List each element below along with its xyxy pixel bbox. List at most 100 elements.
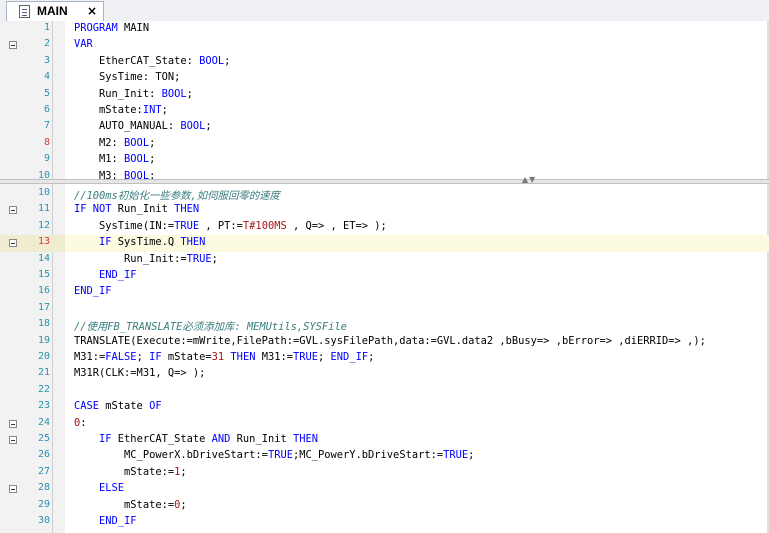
- code-line[interactable]: 1 PROGRAM MAIN: [0, 21, 769, 37]
- code-text[interactable]: PROGRAM MAIN: [74, 22, 149, 34]
- code-text[interactable]: IF SysTime.Q THEN: [74, 236, 205, 248]
- code-line[interactable]: 13 IF SysTime.Q THEN: [0, 235, 769, 252]
- code-line[interactable]: 7 AUTO_MANUAL: BOOL;: [0, 119, 769, 135]
- code-token: IF: [74, 236, 118, 249]
- implementation-editor[interactable]: 10 //100ms初始化一些参数,如伺服回零的速度 11 IF NOT Run_In…: [0, 184, 769, 533]
- line-number: 14: [37, 252, 50, 264]
- collapse-icon[interactable]: [9, 436, 17, 444]
- code-line[interactable]: 3 EtherCAT_State: BOOL;: [0, 54, 769, 70]
- collapse-icon[interactable]: [9, 419, 17, 428]
- code-line[interactable]: 5 Run_Init: BOOL;: [0, 87, 769, 103]
- line-number: 27: [37, 465, 50, 477]
- code-token: T#100MS: [242, 219, 287, 232]
- code-text[interactable]: SysTime: TON;: [74, 71, 180, 83]
- code-text[interactable]: M3: BOOL;: [74, 170, 155, 179]
- code-token: TRUE: [186, 252, 212, 265]
- code-line[interactable]: 10 //100ms初始化一些参数,如伺服回零的速度: [0, 186, 769, 202]
- line-number: 17: [37, 301, 50, 313]
- code-token: ;: [224, 54, 231, 67]
- code-token: ;: [149, 136, 156, 149]
- collapse-icon[interactable]: [9, 485, 17, 494]
- code-token: IF: [149, 351, 168, 363]
- line-number: 28: [37, 482, 50, 494]
- code-token: mState:=: [74, 498, 175, 511]
- line-number: 13: [37, 236, 50, 248]
- code-line[interactable]: 8 M2: BOOL;: [0, 136, 769, 152]
- code-text[interactable]: //使用FB_TRANSLATE必须添加库: MEMUtils,SYSFile: [74, 318, 347, 333]
- collapse-icon[interactable]: [9, 206, 17, 215]
- code-line[interactable]: 14 Run_Init:=TRUE;: [0, 252, 769, 268]
- code-token: BOOL: [161, 87, 187, 100]
- code-text[interactable]: VAR: [74, 38, 93, 50]
- code-text[interactable]: M31:=FALSE; IF mState=31 THEN M31:=TRUE;…: [74, 351, 374, 363]
- code-token: EtherCAT_State:: [74, 54, 200, 67]
- code-token: OF: [149, 400, 162, 413]
- code-line[interactable]: 12 SysTime(IN:=TRUE , PT:=T#100MS , Q=> …: [0, 219, 769, 235]
- code-line[interactable]: 22: [0, 383, 769, 399]
- code-text[interactable]: //100ms初始化一些参数,如伺服回零的速度: [74, 187, 280, 202]
- code-text[interactable]: ELSE: [74, 482, 124, 494]
- code-line[interactable]: 4 SysTime: TON;: [0, 70, 769, 86]
- code-line[interactable]: 30 END_IF: [0, 514, 769, 530]
- code-token: IF: [74, 433, 118, 445]
- code-text[interactable]: M31R(CLK:=M31, Q=> );: [74, 367, 205, 379]
- code-text[interactable]: Run_Init: BOOL;: [74, 88, 193, 100]
- code-token: THEN: [174, 203, 200, 216]
- code-token: , PT:=: [199, 219, 243, 232]
- code-line[interactable]: 23 CASE mState OF: [0, 399, 769, 415]
- code-line[interactable]: 27 mState:=1;: [0, 465, 769, 481]
- code-line[interactable]: 18 //使用FB_TRANSLATE必须添加库: MEMUtils,SYSFil…: [0, 317, 769, 333]
- code-token: END_IF: [330, 351, 369, 363]
- code-token: EtherCAT_State: [117, 433, 212, 445]
- code-text[interactable]: mState:INT;: [74, 104, 168, 116]
- code-token: MC_PowerX.bDriveStart:=: [74, 449, 268, 462]
- code-token: TRUE: [267, 449, 293, 462]
- code-text[interactable]: mState:=0;: [74, 499, 187, 511]
- code-token: SysTime: TON;: [74, 71, 181, 84]
- code-line[interactable]: 11 IF NOT Run_Init THEN: [0, 202, 769, 218]
- code-text[interactable]: AUTO_MANUAL: BOOL;: [74, 120, 212, 132]
- code-token: :: [80, 416, 87, 429]
- code-line[interactable]: 2 VAR: [0, 37, 769, 53]
- code-text[interactable]: END_IF: [74, 285, 112, 297]
- code-line[interactable]: 9 M1: BOOL;: [0, 152, 769, 168]
- code-text[interactable]: END_IF: [74, 269, 137, 281]
- code-text[interactable]: SysTime(IN:=TRUE , PT:=T#100MS , Q=> , E…: [74, 220, 387, 232]
- code-text[interactable]: M2: BOOL;: [74, 137, 155, 149]
- code-text[interactable]: CASE mState OF: [74, 400, 162, 412]
- code-text[interactable]: IF EtherCAT_State AND Run_Init THEN: [74, 433, 318, 445]
- code-line[interactable]: 29 mState:=0;: [0, 498, 769, 514]
- code-line[interactable]: 24 0:: [0, 416, 769, 432]
- code-line[interactable]: 28 ELSE: [0, 481, 769, 497]
- declaration-editor[interactable]: 1 PROGRAM MAIN 2 VAR 3 EtherCAT_State: BOOL;…: [0, 21, 769, 179]
- code-token: mState: [105, 400, 150, 413]
- code-line[interactable]: 20 M31:=FALSE; IF mState=31 THEN M31:=TRU…: [0, 350, 769, 366]
- code-line[interactable]: 21 M31R(CLK:=M31, Q=> );: [0, 366, 769, 382]
- collapse-icon[interactable]: [9, 239, 17, 248]
- code-text[interactable]: TRANSLATE(Execute:=mWrite,FilePath:=GVL.…: [74, 335, 706, 347]
- code-line[interactable]: 26 MC_PowerX.bDriveStart:=TRUE;MC_PowerY…: [0, 448, 769, 464]
- code-text[interactable]: IF NOT Run_Init THEN: [74, 203, 199, 215]
- code-line[interactable]: 10 M3: BOOL;: [0, 169, 769, 179]
- code-text[interactable]: mState:=1;: [74, 466, 187, 478]
- code-token: THEN: [224, 351, 262, 363]
- code-text[interactable]: EtherCAT_State: BOOL;: [74, 55, 230, 67]
- code-text[interactable]: END_IF: [74, 515, 137, 527]
- code-token: Run_Init: [236, 433, 293, 445]
- code-line[interactable]: 16 END_IF: [0, 284, 769, 300]
- code-line[interactable]: 15 END_IF: [0, 268, 769, 284]
- tab-main[interactable]: MAIN ×: [6, 1, 104, 21]
- code-line[interactable]: 19 TRANSLATE(Execute:=mWrite,FilePath:=GV…: [0, 334, 769, 350]
- code-line[interactable]: 17: [0, 301, 769, 317]
- code-text[interactable]: 0:: [74, 417, 87, 429]
- line-number: 12: [37, 219, 50, 231]
- line-number: 22: [37, 383, 50, 395]
- splitter-arrows-icon[interactable]: ▲▼: [522, 175, 536, 184]
- collapse-icon[interactable]: [9, 41, 17, 50]
- code-line[interactable]: 6 mState:INT;: [0, 103, 769, 119]
- code-text[interactable]: MC_PowerX.bDriveStart:=TRUE;MC_PowerY.bD…: [74, 449, 474, 461]
- code-text[interactable]: M1: BOOL;: [74, 153, 155, 165]
- code-line[interactable]: 25 IF EtherCAT_State AND Run_Init THEN: [0, 432, 769, 448]
- close-icon[interactable]: ×: [87, 3, 97, 19]
- code-text[interactable]: Run_Init:=TRUE;: [74, 253, 218, 265]
